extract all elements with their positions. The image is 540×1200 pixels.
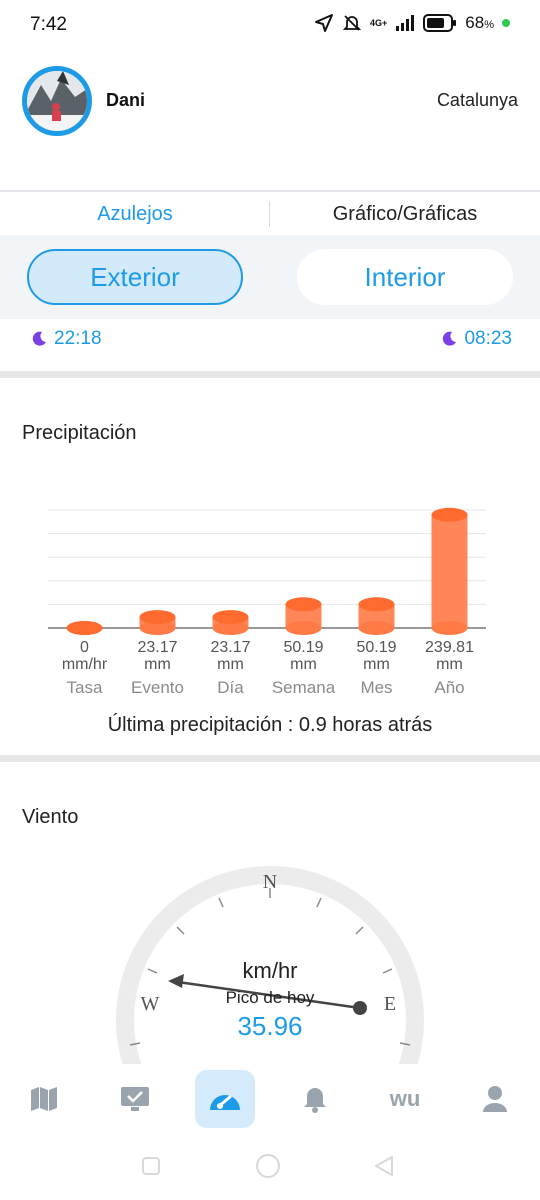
bar-value-label: 50.19 xyxy=(283,639,323,656)
precip-bar-tasa xyxy=(66,621,103,635)
mute-bell-icon xyxy=(342,15,362,31)
last-precipitation-text: Última precipitación : 0.9 horas atrás xyxy=(107,714,433,736)
recent-apps-button[interactable] xyxy=(142,1157,160,1175)
bar-unit-label: mm xyxy=(363,656,390,673)
wind-peak-value: 35.96 xyxy=(237,1011,303,1041)
nav-profile[interactable] xyxy=(465,1070,525,1128)
dashboard-display-icon xyxy=(121,1087,149,1111)
location-icon xyxy=(315,14,334,32)
precip-bar-mes xyxy=(358,597,395,635)
privacy-indicator-dot xyxy=(502,19,510,27)
section-divider xyxy=(0,755,540,762)
status-bar: 7:42 4G+ 68% xyxy=(0,0,540,50)
moonrise-time-text: 08:23 xyxy=(464,328,512,349)
bar-value-label: 23.17 xyxy=(137,639,177,656)
nav-alerts[interactable] xyxy=(285,1070,345,1128)
bar-unit-label: mm xyxy=(290,656,317,673)
bar-unit-label: mm/hr xyxy=(62,656,108,673)
bar-category-label: Semana xyxy=(272,678,336,697)
wind-title: Viento xyxy=(22,806,79,828)
region-label[interactable]: Catalunya xyxy=(437,90,518,111)
interior-button[interactable]: Interior xyxy=(297,249,513,305)
bar-category-label: Tasa xyxy=(67,678,103,697)
section-divider xyxy=(0,371,540,378)
wu-logo-icon: wu xyxy=(389,1086,421,1111)
bar-unit-label: mm xyxy=(144,656,171,673)
moon-times: 22:18 08:23 xyxy=(0,324,540,354)
svg-text:wu: wu xyxy=(389,1086,421,1111)
precip-bar-día xyxy=(212,610,249,635)
wind-peak-label: Pico de hoy xyxy=(225,988,315,1007)
moonset-time: 22:18 xyxy=(30,328,102,350)
network-label: 4G+ xyxy=(370,18,388,28)
status-time: 7:42 xyxy=(30,14,67,35)
moonrise-time: 08:23 xyxy=(440,328,512,350)
user-icon xyxy=(483,1086,507,1112)
bar-unit-label: mm xyxy=(436,656,463,673)
user-name: Dani xyxy=(106,90,146,110)
tab-tiles[interactable]: Azulejos xyxy=(0,203,270,226)
divider xyxy=(0,190,540,192)
moon-icon xyxy=(443,331,457,346)
exterior-button[interactable]: Exterior xyxy=(27,249,243,305)
compass-west-label: W xyxy=(141,993,160,1015)
bar-category-label: Mes xyxy=(360,678,392,697)
map-icon xyxy=(31,1087,57,1111)
bar-value-label: 23.17 xyxy=(210,639,250,656)
bell-icon xyxy=(304,1088,326,1113)
compass-north-label: N xyxy=(263,871,277,893)
precipitation-chart: 0mm/hrTasa23.17mmEvento23.17mmDía50.19mm… xyxy=(48,507,486,697)
moonset-time-text: 22:18 xyxy=(54,328,102,349)
moon-icon xyxy=(32,331,46,346)
bar-value-label: 239.81 xyxy=(425,639,474,656)
wind-unit: km/hr xyxy=(242,958,298,983)
bar-unit-label: mm xyxy=(217,656,244,673)
gauge-icon xyxy=(210,1095,240,1110)
bar-category-label: Año xyxy=(434,678,464,697)
nav-map[interactable] xyxy=(14,1070,74,1128)
back-button[interactable] xyxy=(375,1156,393,1176)
bar-value-label: 50.19 xyxy=(356,639,396,656)
view-tabs: Azulejos Gráfico/Gráficas xyxy=(0,193,540,235)
tab-charts[interactable]: Gráfico/Gráficas xyxy=(270,203,540,226)
profile-header: Dani Catalunya xyxy=(0,60,540,140)
avatar[interactable] xyxy=(22,66,92,136)
precipitation-title: Precipitación xyxy=(22,422,137,444)
battery-percent: 68% xyxy=(465,13,494,32)
compass-east-label: E xyxy=(384,993,396,1015)
nav-wunderground[interactable]: wu xyxy=(375,1070,435,1128)
location-segment: Exterior Interior xyxy=(0,235,540,319)
battery-icon xyxy=(423,14,457,32)
status-icons: 4G+ 68% xyxy=(314,13,510,33)
nav-gauge[interactable] xyxy=(195,1070,255,1128)
signal-icon xyxy=(396,15,415,31)
bottom-navigation: wu xyxy=(0,1064,540,1134)
precip-bar-semana xyxy=(285,597,322,635)
bar-value-label: 0 xyxy=(80,639,89,656)
nav-dashboard[interactable] xyxy=(105,1070,165,1128)
precip-bar-año xyxy=(431,507,468,635)
precip-bar-evento xyxy=(139,610,176,635)
home-button[interactable] xyxy=(256,1154,280,1178)
bar-category-label: Día xyxy=(217,678,244,697)
system-navigation-bar xyxy=(0,1140,540,1200)
bar-category-label: Evento xyxy=(131,678,184,697)
